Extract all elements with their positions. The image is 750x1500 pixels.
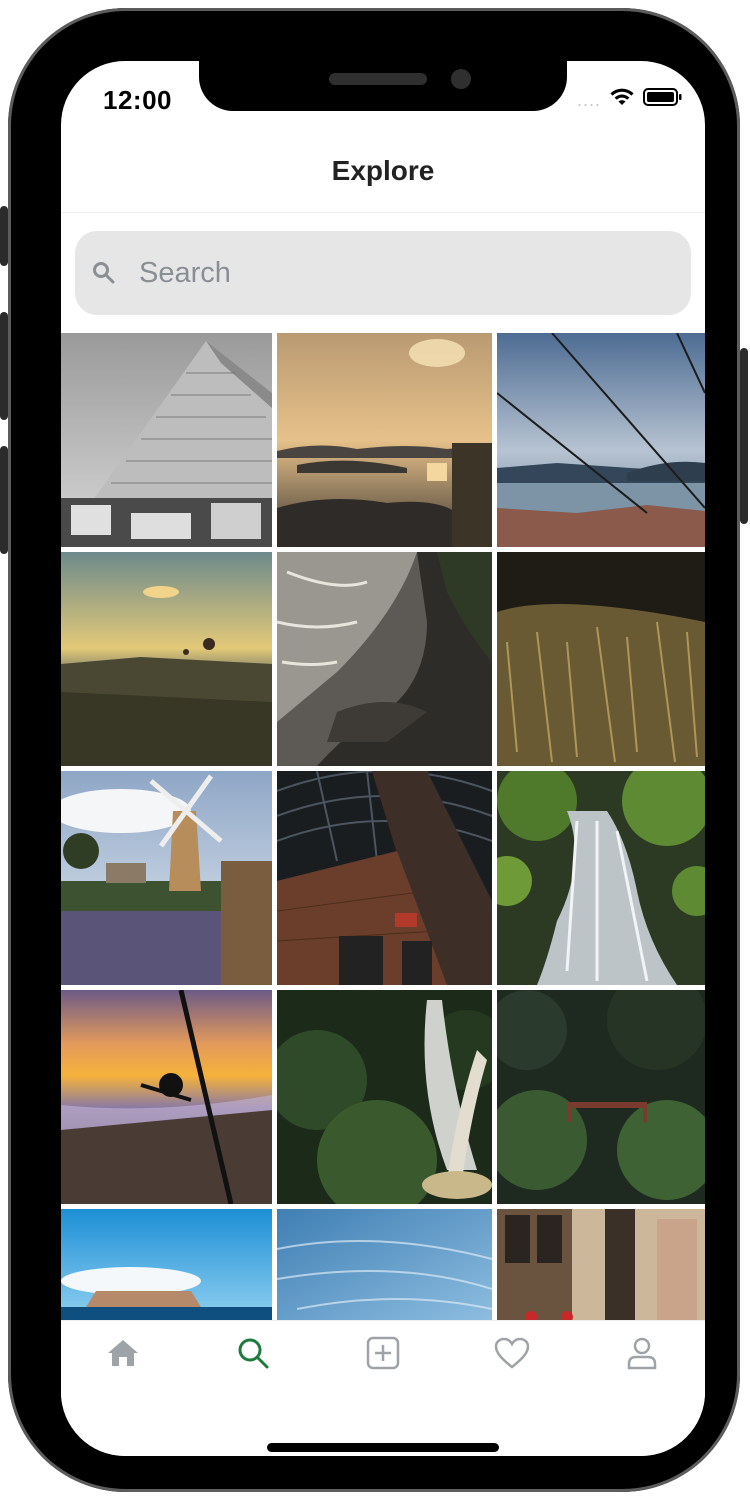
page-title: Explore (331, 155, 435, 186)
screen: 12:00 .... Explore (61, 61, 705, 1456)
power-button (740, 348, 748, 524)
tab-bar (61, 1320, 705, 1456)
photo-tile-hot-air-balloons[interactable] (61, 552, 272, 766)
phone-frame: 12:00 .... Explore (0, 8, 748, 1492)
status-time: 12:00 (103, 85, 172, 115)
signal-icon: .... (576, 89, 601, 110)
tab-search[interactable] (213, 1335, 293, 1371)
silent-switch (0, 206, 8, 266)
photo-tile-waterfall-forest[interactable] (497, 771, 705, 985)
tab-add[interactable] (343, 1335, 423, 1371)
photo-tile-wheat-field[interactable] (497, 552, 705, 766)
photo-tile-sea-coast[interactable] (277, 552, 492, 766)
photo-tile-fishing-rod-sunset[interactable] (61, 990, 272, 1204)
volume-down-button (0, 446, 8, 554)
photo-tile-forest-bridge[interactable] (497, 990, 705, 1204)
photo-tile-forest-waterfall[interactable] (277, 990, 492, 1204)
battery-icon (643, 87, 683, 112)
photo-tile-cable-car-harbor[interactable] (497, 333, 705, 547)
search-bar[interactable] (75, 231, 691, 315)
search-input[interactable] (137, 255, 641, 291)
search-icon (93, 262, 115, 284)
photo-tile-windmill[interactable] (61, 771, 272, 985)
photo-tile-glass-dome-building[interactable] (277, 771, 492, 985)
speaker (329, 73, 427, 85)
photo-grid (61, 333, 705, 1320)
status-icons: .... (577, 87, 683, 112)
photo-tile-pyramid[interactable] (61, 333, 272, 547)
volume-up-button (0, 312, 8, 420)
wifi-icon (609, 87, 635, 112)
header-divider (61, 212, 705, 213)
notch (199, 61, 567, 111)
photo-tile-blue-sky[interactable] (277, 1209, 492, 1320)
home-indicator[interactable] (267, 1443, 499, 1452)
search-icon (238, 1338, 269, 1369)
heart-icon (494, 1337, 530, 1369)
photo-tile-sunset-islands[interactable] (277, 333, 492, 547)
home-icon (108, 1340, 138, 1366)
profile-icon (627, 1337, 657, 1370)
tab-profile[interactable] (602, 1335, 682, 1371)
photo-tile-sea-rock[interactable] (61, 1209, 272, 1320)
tab-likes[interactable] (472, 1335, 552, 1371)
front-camera (451, 69, 471, 89)
tab-home[interactable] (83, 1335, 163, 1371)
add-icon (366, 1336, 400, 1370)
photo-tile-old-town-street[interactable] (497, 1209, 705, 1320)
